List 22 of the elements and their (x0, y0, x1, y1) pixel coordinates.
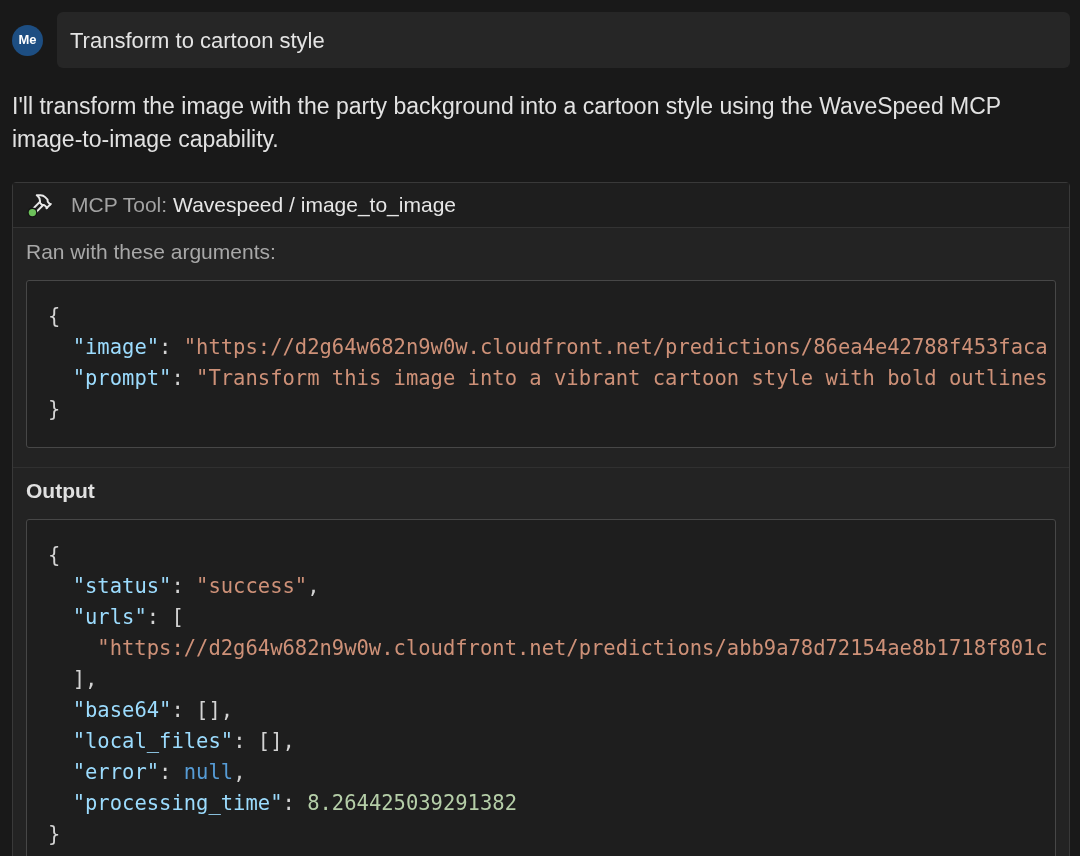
tool-label: MCP Tool: (71, 192, 168, 219)
code-line: { (48, 303, 61, 330)
code-line: "image": "https://d2g64w682n9w0w.cloudfront.net/predictions/86ea4e42788f453faca (72, 334, 1048, 361)
tool-name: Wavespeed / image_to_image (173, 192, 456, 219)
code-line: "base64": [], (72, 697, 234, 724)
code-line: ], (72, 666, 98, 693)
code-line: { (48, 542, 61, 569)
code-line: "status": "success", (72, 573, 320, 600)
code-line: } (48, 396, 61, 423)
output-title: Output (26, 478, 95, 503)
code-line: "processing_time": 8.264425039291382 (72, 790, 517, 817)
hammer-icon (27, 192, 53, 218)
code-line: "error": null, (72, 759, 246, 786)
user-message: Transform to cartoon style (57, 12, 1070, 68)
code-line: "prompt": "Transform this image into a vibrant cartoon style with bold outlines (72, 365, 1048, 392)
arguments-title: Ran with these arguments: (26, 239, 276, 264)
user-avatar: Me (12, 24, 43, 56)
assistant-reply: I'll transform the image with the party background into a cartoon style using the WaveSpeed MCP image-to-image capability. (12, 92, 1002, 154)
code-line: "https://d2g64w682n9w0w.cloudfront.net/predictions/abb9a78d72154ae8b1718f801c (97, 635, 1048, 662)
code-line: "urls": [ (72, 604, 184, 631)
code-line: } (48, 821, 61, 848)
code-line: "local_files": [], (72, 728, 295, 755)
